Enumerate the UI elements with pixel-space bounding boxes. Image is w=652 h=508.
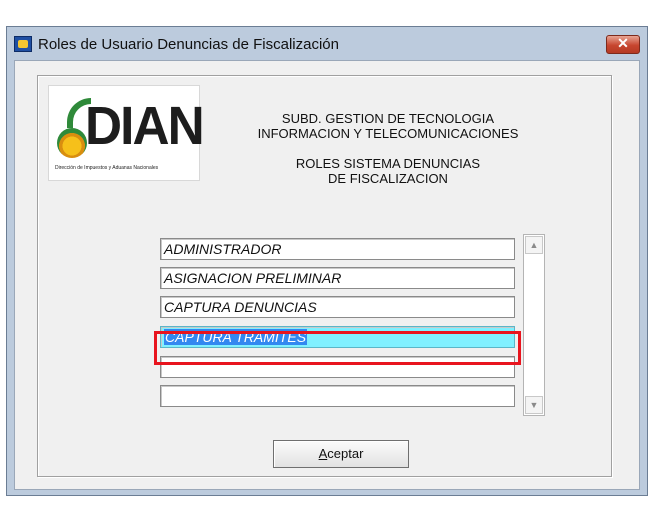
roles-window: Roles de Usuario Denuncias de Fiscalizac… [6,26,648,496]
accept-button[interactable]: Aceptar [273,440,409,468]
close-icon: ✕ [617,35,629,51]
logo-emblem-icon [57,128,87,158]
selection-highlight-box [154,331,521,365]
roles-scrollbar[interactable]: ▲ ▼ [523,234,545,416]
scroll-up-icon[interactable]: ▲ [525,236,543,254]
header-fiscalizacion: DE FISCALIZACION [328,171,448,186]
header-info: INFORMACION Y TELECOMUNICACIONES [257,126,519,141]
role-item-administrador[interactable]: ADMINISTRADOR [160,238,515,260]
header-roles: ROLES SISTEMA DENUNCIAS [295,156,481,171]
header-subd: SUBD. GESTION DE TECNOLOGIA [281,111,495,126]
close-button[interactable]: ✕ [606,35,640,54]
logo-subtitle: Dirección de Impuestos y Aduanas Naciona… [55,165,159,171]
role-label: ADMINISTRADOR [164,241,282,257]
app-icon [14,36,32,52]
scroll-down-icon[interactable]: ▼ [525,396,543,414]
title-bar[interactable]: Roles de Usuario Denuncias de Fiscalizac… [7,27,647,60]
roles-panel: DIAN Dirección de Impuestos y Aduanas Na… [37,75,612,477]
accept-accelerator: A [318,446,328,461]
accept-label: ceptar [327,446,364,461]
role-item-empty-2[interactable] [160,385,515,407]
role-label: ASIGNACION PRELIMINAR [164,270,342,286]
role-item-captura-denuncias[interactable]: CAPTURA DENUNCIAS [160,296,515,318]
role-label: CAPTURA DENUNCIAS [164,299,317,315]
window-title: Roles de Usuario Denuncias de Fiscalizac… [38,36,339,53]
dian-logo: DIAN Dirección de Impuestos y Aduanas Na… [48,85,205,181]
role-item-asignacion-preliminar[interactable]: ASIGNACION PRELIMINAR [160,267,515,289]
logo-wordmark: DIAN [85,96,205,156]
dialog-client-area: DIAN Dirección de Impuestos y Aduanas Na… [14,60,640,490]
